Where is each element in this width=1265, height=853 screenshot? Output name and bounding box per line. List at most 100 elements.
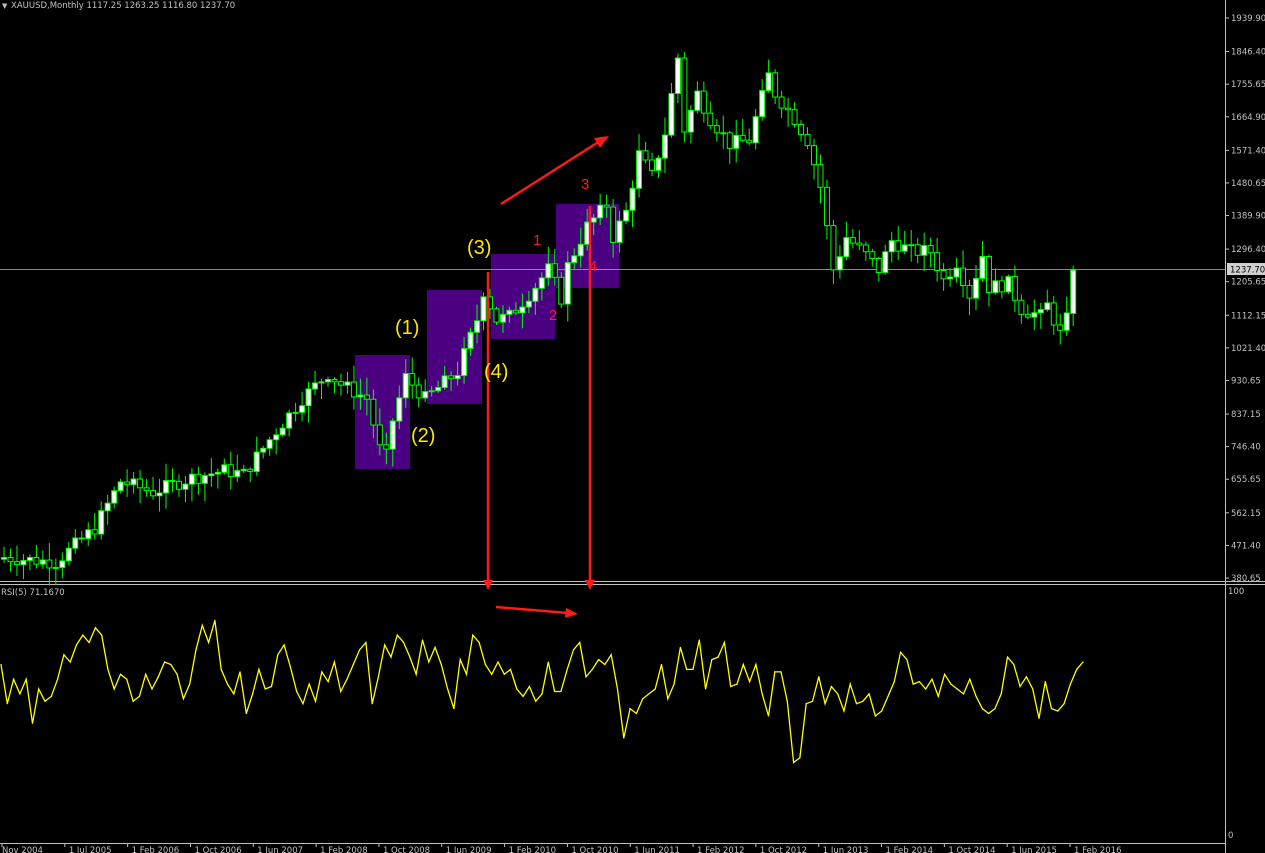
rsi-point xyxy=(912,683,914,685)
rsi-point xyxy=(723,641,726,644)
candle-body xyxy=(590,217,597,223)
rsi-point xyxy=(119,673,122,675)
candle-body xyxy=(979,255,986,279)
candle-body xyxy=(642,150,649,161)
candle-body xyxy=(7,557,14,563)
candle-body xyxy=(668,93,675,136)
time-tick-label: 1 Feb 2012 xyxy=(697,846,745,853)
candle-body xyxy=(441,375,448,388)
candle-body xyxy=(655,157,662,171)
candle-body xyxy=(707,112,714,127)
candle-body xyxy=(966,284,973,299)
rsi-point xyxy=(918,681,921,683)
rsi-point xyxy=(962,693,965,695)
rsi-point xyxy=(69,661,71,663)
candle-body xyxy=(1063,312,1070,331)
rsi-point xyxy=(730,685,732,688)
rsi-point xyxy=(6,703,8,705)
last-price-tag-text: 1237.70 xyxy=(1230,266,1265,276)
price-tick-label: 930.65 xyxy=(1231,376,1261,386)
candle-body xyxy=(363,394,370,400)
rsi-point xyxy=(447,688,449,690)
rsi-point xyxy=(868,693,870,695)
price-tick-label: 655.65 xyxy=(1231,475,1261,485)
candle-body xyxy=(862,244,869,253)
rsi-point xyxy=(956,688,958,690)
candle-body xyxy=(195,473,202,484)
rsi-point xyxy=(252,693,254,695)
price-tick-label: 1846.40 xyxy=(1231,48,1265,58)
candle-body xyxy=(687,109,694,133)
time-tick-label: 1 Oct 2010 xyxy=(571,846,618,853)
symbol-header-text: XAUUSD,Monthly 1117.25 1263.25 1116.80 1… xyxy=(11,1,235,11)
rsi-point xyxy=(780,671,782,673)
rsi-point xyxy=(31,722,34,724)
rsi-point xyxy=(535,700,537,702)
candle-body xyxy=(636,150,643,189)
candle-body xyxy=(785,107,792,111)
candle-body xyxy=(571,255,578,264)
candle-body xyxy=(266,439,273,449)
candle-body xyxy=(214,471,221,475)
candle-body xyxy=(130,478,137,486)
header-collapse-icon[interactable]: ▼ xyxy=(2,2,8,10)
rsi-point xyxy=(365,641,367,644)
candle-body xyxy=(836,256,843,271)
candle-body xyxy=(681,57,688,133)
rsi-point xyxy=(642,698,644,700)
rsi-point xyxy=(207,641,210,644)
candle-body xyxy=(830,225,837,271)
rsi-point xyxy=(421,639,424,641)
rsi-point xyxy=(774,671,776,673)
wave-box-1 xyxy=(427,290,482,404)
rsi-point xyxy=(327,681,329,683)
candle-body xyxy=(519,306,526,314)
rsi-point xyxy=(925,688,927,690)
candle-body xyxy=(849,237,856,244)
candle-body xyxy=(739,134,746,141)
rsi-point xyxy=(377,676,380,678)
rsi-point xyxy=(874,715,877,717)
candle-body xyxy=(493,308,500,323)
rsi-point xyxy=(453,708,455,710)
candle-body xyxy=(376,424,383,446)
candle-body xyxy=(208,473,215,477)
rsi-point xyxy=(258,668,260,671)
candle-body xyxy=(895,240,902,252)
candle-body xyxy=(72,537,79,549)
rsi-point xyxy=(82,634,84,636)
rsi-point xyxy=(843,710,845,712)
rsi-point xyxy=(170,663,172,666)
candle-body xyxy=(577,243,584,257)
candle-body xyxy=(1024,313,1031,318)
rsi-point xyxy=(302,703,304,705)
candle-body xyxy=(778,96,785,109)
rsi-point xyxy=(698,639,700,641)
candle-body xyxy=(344,381,351,386)
candle-body xyxy=(201,475,208,484)
time-tick-label: 1 Feb 2010 xyxy=(509,846,557,853)
candle-body xyxy=(415,384,422,399)
candle-body xyxy=(163,480,169,494)
candle-body xyxy=(318,381,325,384)
time-tick-label: 1 Jun 2013 xyxy=(823,846,869,853)
candle-body xyxy=(279,427,286,436)
candle-body xyxy=(454,375,461,380)
candle-body xyxy=(234,470,241,478)
candle-body xyxy=(65,547,72,562)
time-tick-label: Nov 2004 xyxy=(2,846,43,853)
rsi-point xyxy=(516,688,518,690)
price-tick-label: 1205.65 xyxy=(1231,278,1265,288)
rsi-point xyxy=(195,649,197,651)
subwave-label-3: 3 xyxy=(581,176,589,193)
rsi-point xyxy=(862,700,864,702)
candle-body xyxy=(188,473,195,485)
rsi-point xyxy=(1032,688,1034,690)
rsi-point xyxy=(25,678,27,680)
candle-body xyxy=(402,373,409,399)
rsi-point xyxy=(384,644,386,646)
candle-body xyxy=(409,373,416,386)
candle-body xyxy=(370,398,377,426)
rsi-point xyxy=(0,663,2,666)
rsi-point xyxy=(390,656,392,658)
